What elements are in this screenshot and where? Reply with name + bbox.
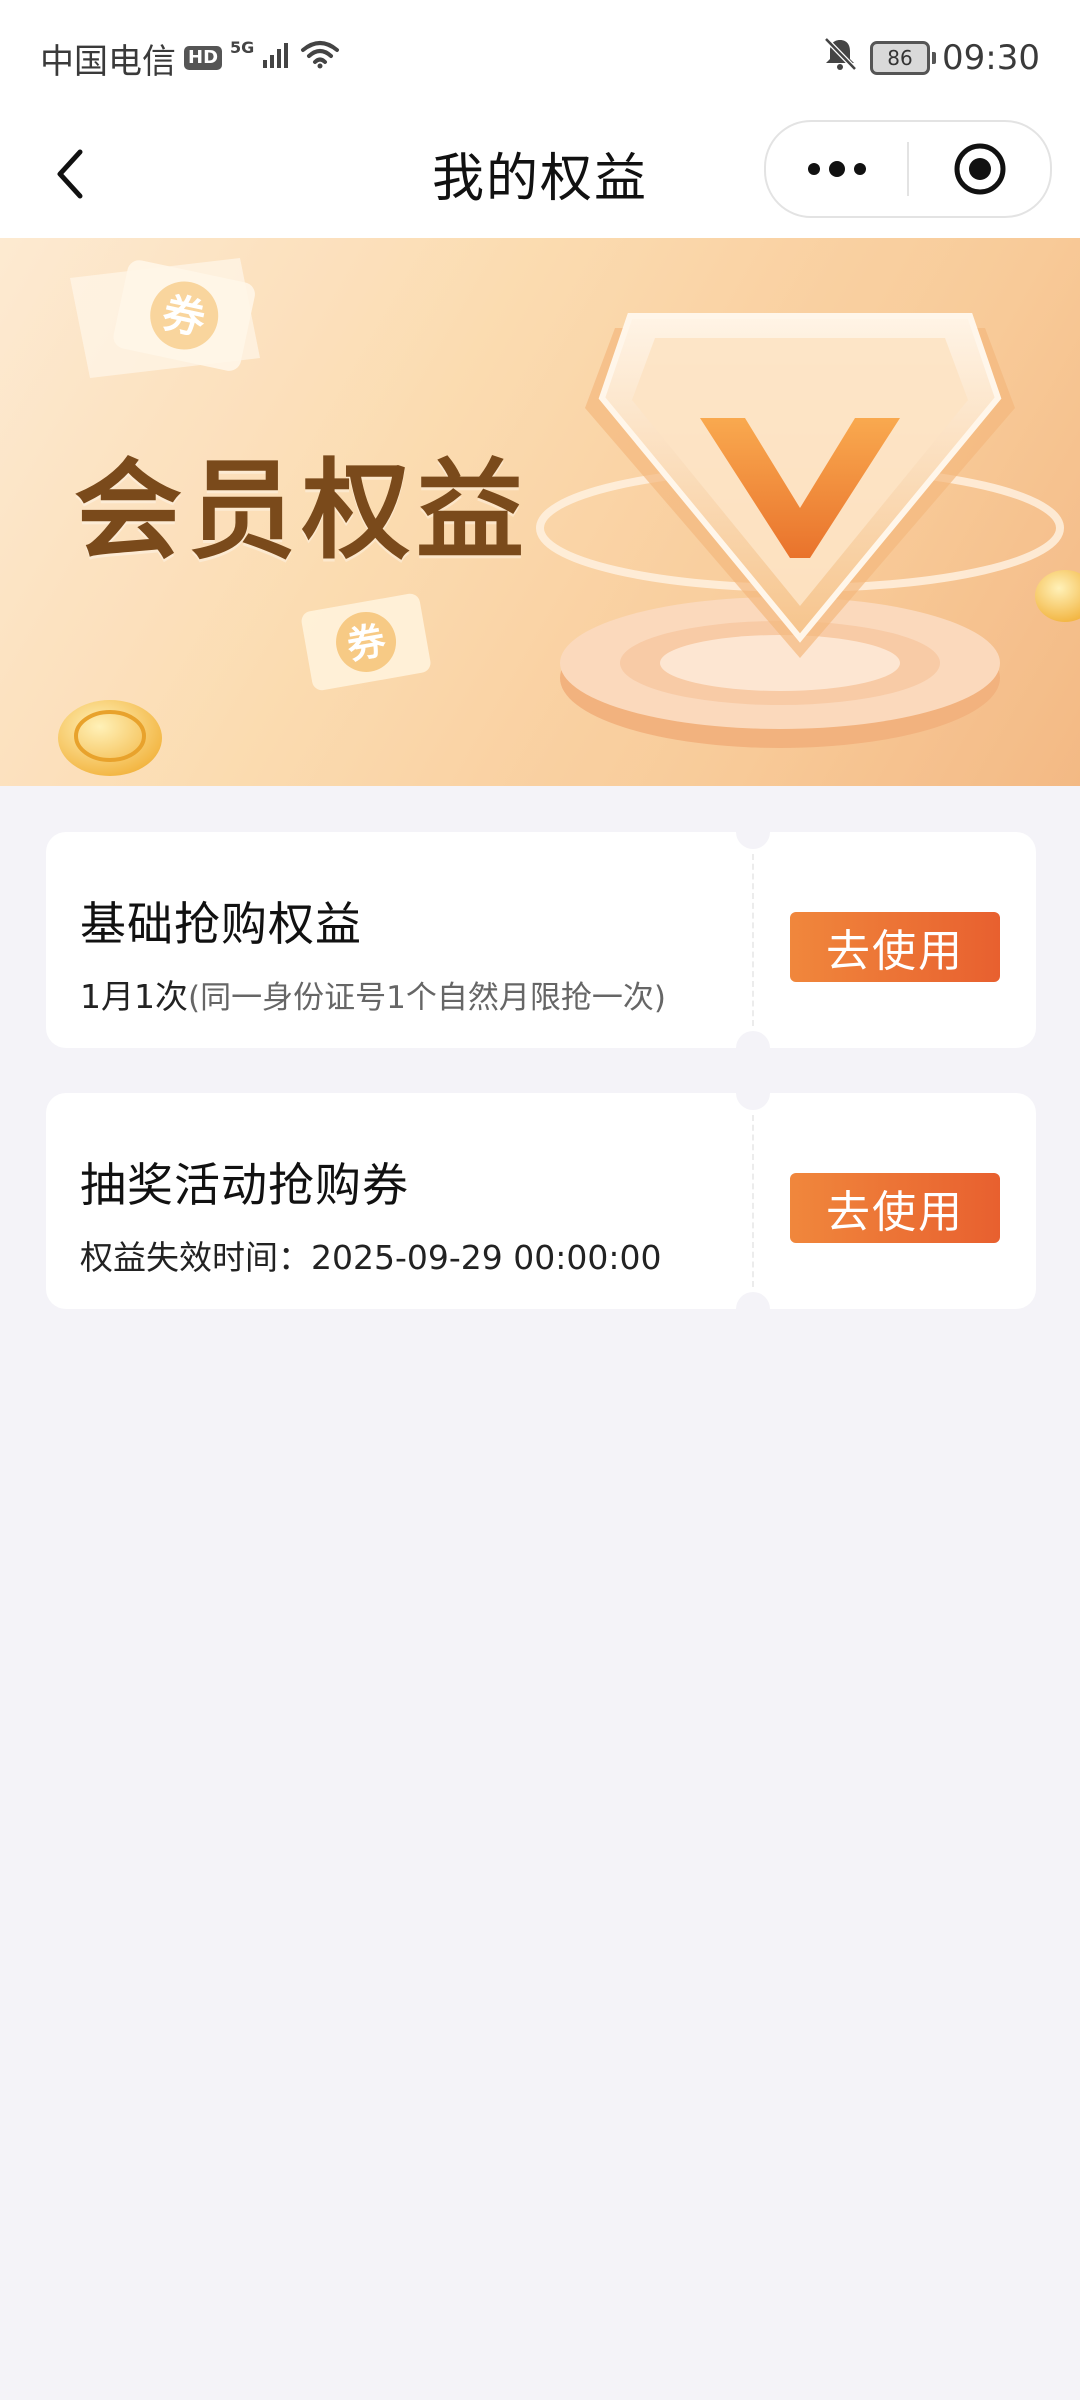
- banner-title: 会员权益: [74, 449, 531, 574]
- hd-badge: HD: [184, 46, 223, 70]
- signal-icon: [262, 38, 292, 78]
- member-benefits-banner: 券 券 会员权益: [0, 238, 1080, 786]
- ticket-divider: [752, 854, 754, 1026]
- benefit-expiry: 权益失效时间：2025-09-29 00:00:00: [80, 1238, 662, 1277]
- target-circle-icon: [954, 143, 1005, 195]
- carrier-name: 中国电信: [40, 41, 176, 82]
- more-button[interactable]: [766, 122, 907, 216]
- more-dots-icon: [807, 161, 866, 177]
- benefit-detail: 权益失效时间：2025-09-29 00:00:00: [80, 1231, 661, 1279]
- benefit-title: 基础抢购权益: [80, 897, 362, 951]
- status-right: 86 09:30: [822, 34, 1040, 82]
- ticket-divider: [752, 1115, 754, 1287]
- benefit-card: 基础抢购权益 1月1次(同一身份证号1个自然月限抢一次) 去使用: [46, 815, 1036, 1065]
- benefit-detail: 1月1次(同一身份证号1个自然月限抢一次): [80, 970, 666, 1018]
- clock: 09:30: [942, 38, 1040, 78]
- nav-bar: 我的权益: [0, 108, 1080, 238]
- benefit-card: 抽奖活动抢购券 权益失效时间：2025-09-29 00:00:00 去使用: [46, 1076, 1036, 1326]
- ticket-notch: [736, 1031, 770, 1065]
- benefit-title: 抽奖活动抢购券: [80, 1158, 409, 1212]
- wifi-icon: [300, 38, 340, 78]
- battery-level: 86: [887, 46, 913, 70]
- mute-bell-icon: [822, 36, 858, 81]
- network-type: 5G: [230, 38, 255, 57]
- mini-program-capsule: [764, 120, 1052, 218]
- ticket-notch: [736, 1292, 770, 1326]
- ticket-notch: [736, 1076, 770, 1110]
- coin-icon: [58, 700, 162, 776]
- close-mini-program-button[interactable]: [909, 122, 1050, 216]
- battery-icon: 86: [870, 41, 937, 75]
- benefit-frequency: 1月1次: [80, 977, 188, 1016]
- use-benefit-button[interactable]: 去使用: [790, 912, 1000, 982]
- benefit-note: (同一身份证号1个自然月限抢一次): [188, 980, 666, 1016]
- use-benefit-button[interactable]: 去使用: [790, 1173, 1000, 1243]
- ticket-notch: [736, 815, 770, 849]
- status-left: 中国电信 HD 5G: [40, 34, 340, 82]
- status-bar: 中国电信 HD 5G 86 09:30: [0, 0, 1080, 108]
